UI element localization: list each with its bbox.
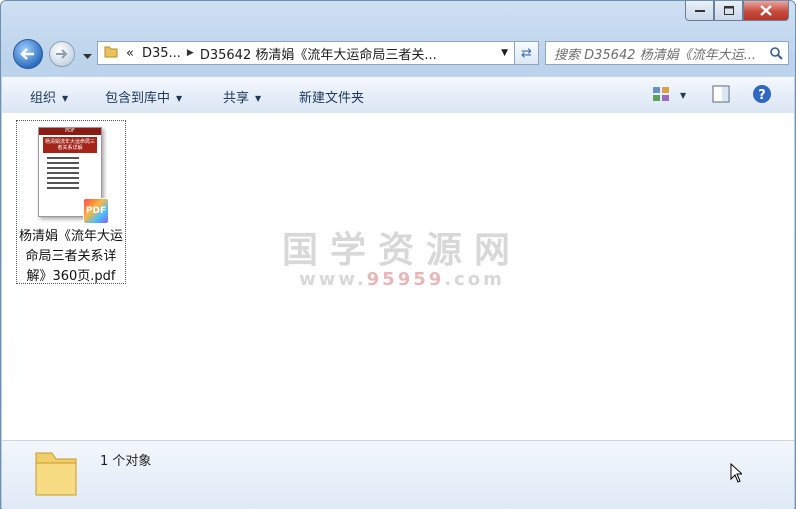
breadcrumb-arrow-icon[interactable]: ▶ bbox=[185, 48, 196, 58]
minimize-button[interactable] bbox=[685, 1, 714, 21]
command-bar: 组织 ▼ 包含到库中 ▼ 共享 ▼ 新建文件夹 ▼ ? bbox=[2, 76, 794, 114]
preview-pane-button[interactable] bbox=[712, 85, 730, 107]
thumb-lines bbox=[47, 157, 93, 189]
folder-icon bbox=[98, 44, 122, 62]
back-button[interactable] bbox=[13, 39, 43, 69]
view-icon bbox=[653, 87, 669, 101]
item-count: 1 个对象 bbox=[100, 454, 152, 469]
share-menu[interactable]: 共享 ▼ bbox=[223, 87, 261, 106]
svg-text:?: ? bbox=[758, 88, 766, 103]
watermark-title: 国学资源网 bbox=[281, 230, 522, 271]
close-icon bbox=[760, 5, 772, 16]
maximize-icon bbox=[723, 6, 734, 15]
file-item[interactable]: PDF 杨清娟流年大运命局三者关系详解 PDF 杨清娟《流年大运命局三者关系详解… bbox=[16, 120, 126, 284]
caret-down-icon: ▼ bbox=[255, 94, 262, 103]
address-bar[interactable]: « D35... ▶ D35642 杨清娟《流年大运命局三者关... ▼ bbox=[97, 41, 515, 65]
explorer-window: « D35... ▶ D35642 杨清娟《流年大运命局三者关... ▼ ⇄ 搜… bbox=[0, 0, 796, 509]
help-button[interactable]: ? bbox=[752, 84, 772, 108]
preview-pane-icon bbox=[712, 85, 730, 103]
thumb-title: 杨清娟流年大运命局三者关系详解 bbox=[43, 137, 97, 153]
close-button[interactable] bbox=[743, 1, 789, 21]
new-folder-button[interactable]: 新建文件夹 bbox=[299, 87, 364, 106]
change-view-button[interactable] bbox=[652, 86, 670, 106]
caret-down-icon: ▼ bbox=[680, 91, 687, 100]
caret-down-icon: ▼ bbox=[62, 94, 69, 103]
arrow-left-icon bbox=[20, 48, 34, 60]
file-name-label[interactable]: 杨清娟《流年大运命局三者关系详解》360页.pdf bbox=[17, 227, 125, 287]
breadcrumb-segment-2[interactable]: D35642 杨清娟《流年大运命局三者关... bbox=[196, 44, 441, 63]
refresh-button[interactable]: ⇄ bbox=[515, 41, 539, 65]
navigation-bar: « D35... ▶ D35642 杨清娟《流年大运命局三者关... ▼ ⇄ 搜… bbox=[9, 37, 789, 69]
maximize-button[interactable] bbox=[714, 1, 743, 21]
search-input[interactable]: 搜索 D35642 杨清娟《流年大运... bbox=[546, 44, 764, 63]
search-box[interactable]: 搜索 D35642 杨清娟《流年大运... bbox=[545, 41, 789, 65]
forward-button[interactable] bbox=[49, 41, 75, 67]
watermark: 国学资源网 www.95959.com bbox=[277, 221, 527, 290]
share-label: 共享 bbox=[223, 91, 250, 106]
thumb-band: PDF bbox=[39, 128, 101, 135]
search-icon[interactable] bbox=[764, 46, 788, 60]
folder-large-icon bbox=[32, 445, 80, 503]
details-pane: 1 个对象 bbox=[2, 440, 794, 509]
view-options-dropdown[interactable]: ▼ bbox=[680, 88, 686, 103]
organize-label: 组织 bbox=[30, 91, 57, 106]
include-in-library-menu[interactable]: 包含到库中 ▼ bbox=[105, 87, 182, 106]
refresh-icon: ⇄ bbox=[521, 45, 532, 61]
mouse-cursor-icon bbox=[730, 462, 744, 487]
caret-down-icon: ▼ bbox=[176, 94, 183, 103]
address-dropdown-icon[interactable]: ▼ bbox=[501, 48, 508, 58]
organize-menu[interactable]: 组织 ▼ bbox=[30, 87, 68, 106]
recent-pages-button[interactable] bbox=[83, 49, 92, 64]
include-in-library-label: 包含到库中 bbox=[105, 91, 171, 106]
minimize-icon bbox=[694, 9, 705, 12]
pdf-icon: PDF bbox=[83, 198, 109, 224]
breadcrumb-segment-1[interactable]: D35... bbox=[138, 46, 185, 61]
chevron-down-icon bbox=[83, 54, 92, 59]
window-controls bbox=[685, 1, 789, 21]
file-list-pane[interactable]: PDF 杨清娟流年大运命局三者关系详解 PDF 杨清娟《流年大运命局三者关系详解… bbox=[2, 113, 794, 440]
watermark-url: www.95959.com bbox=[299, 269, 505, 290]
arrow-right-icon bbox=[56, 49, 68, 59]
help-icon: ? bbox=[753, 85, 771, 103]
breadcrumb-overflow[interactable]: « bbox=[122, 46, 138, 61]
